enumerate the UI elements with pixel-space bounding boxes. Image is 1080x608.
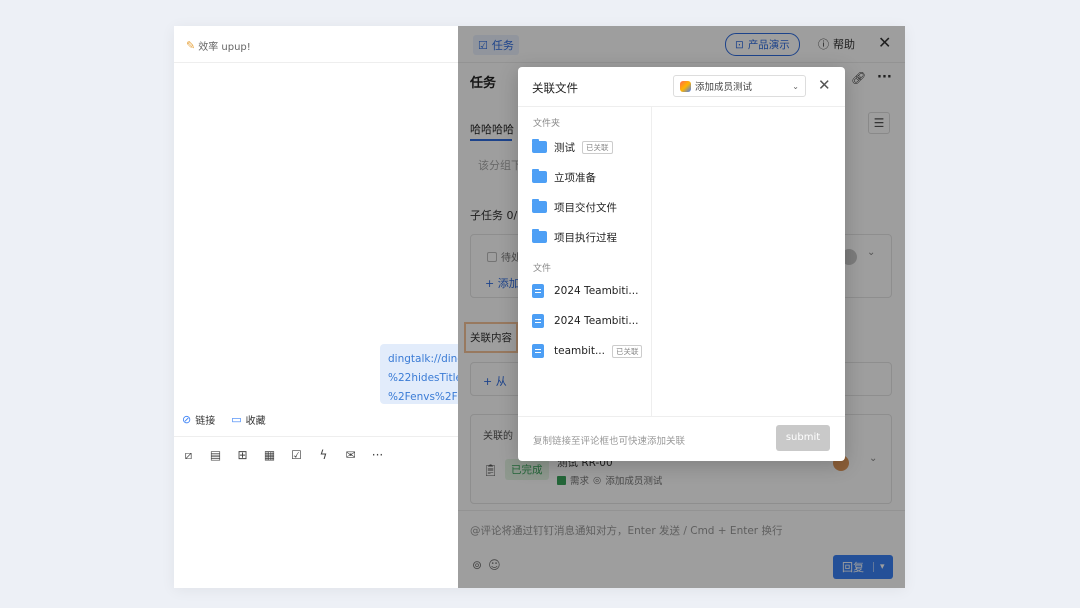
document-icon [532, 314, 544, 328]
files-section-label: 文件 [533, 264, 552, 274]
bookmark-chip-label: 收藏 [245, 416, 266, 427]
chat-title: ✎ 效率 upup! [186, 38, 251, 53]
link-chip-label: 链接 [195, 416, 216, 427]
todo-icon[interactable]: ☑ [290, 448, 303, 463]
divider [518, 106, 845, 107]
link-file-dialog: 关联文件 添加成员测试 ⌄ ✕ 文件夹 测试 已关联 立项准备 项目交付文件 项… [518, 67, 845, 461]
chat-pane: ✎ 效率 upup! dingtalk://ding %22hidesTitle… [174, 26, 480, 588]
folder-name: 测试 [554, 141, 575, 154]
bookmark-chip[interactable]: ▭ 收藏 [227, 410, 269, 429]
image-file-icon [532, 344, 544, 358]
folders-section-label: 文件夹 [533, 119, 561, 129]
calendar-icon[interactable]: ▦ [263, 448, 276, 463]
divider [518, 416, 845, 417]
footer-hint: 复制链接至评论框也可快速添加关联 [533, 436, 686, 447]
submit-button[interactable]: submit [776, 425, 830, 451]
divider [651, 106, 652, 416]
file-item[interactable]: 2024 Teambiti... [532, 281, 638, 301]
pencil-icon: ✎ [186, 39, 196, 52]
folder-icon [532, 199, 547, 213]
folder-icon [532, 139, 547, 153]
divider [174, 436, 458, 437]
quick-chips: ⊘ 链接 ▭ 收藏 [178, 410, 270, 429]
linked-badge: 已关联 [582, 140, 613, 154]
folder-item[interactable]: 项目执行过程 [532, 227, 617, 247]
close-icon[interactable]: ✕ [818, 76, 831, 94]
linked-badge: 已关联 [611, 344, 643, 358]
file-name: 2024 Teambiti... [554, 315, 639, 327]
note-icon[interactable]: ▤ [209, 448, 222, 463]
org-select[interactable]: 添加成员测试 ⌄ [673, 75, 806, 97]
folder-name: 项目执行过程 [554, 231, 617, 244]
folder-icon [532, 229, 547, 243]
composer-toolbar: ⧄ ▤ ⊞ ▦ ☑ ϟ ✉ ··· [182, 448, 384, 463]
bookmark-icon: ▭ [231, 413, 242, 426]
org-select-value: 添加成员测试 [695, 82, 753, 93]
more-icon[interactable]: ··· [371, 448, 384, 463]
folder-add-icon[interactable]: ⊞ [236, 448, 249, 463]
mail-icon[interactable]: ✉ [344, 448, 357, 463]
folder-item[interactable]: 项目交付文件 [532, 197, 617, 217]
file-name: teambit... [554, 345, 605, 357]
folder-item[interactable]: 测试 已关联 [532, 137, 613, 157]
org-logo-icon [680, 80, 691, 92]
folder-name: 项目交付文件 [554, 201, 617, 214]
folder-icon [532, 169, 547, 183]
document-icon [532, 284, 544, 298]
link-chip[interactable]: ⊘ 链接 [178, 410, 219, 429]
bolt-icon[interactable]: ϟ [317, 448, 330, 463]
file-name: 2024 Teambiti... [554, 285, 639, 297]
chat-title-text: 效率 upup! [198, 42, 251, 53]
divider [174, 62, 458, 63]
folder-name: 立项准备 [554, 171, 596, 184]
slash-icon[interactable]: ⧄ [182, 448, 195, 463]
link-icon: ⊘ [182, 413, 192, 426]
folder-item[interactable]: 立项准备 [532, 167, 596, 187]
chevron-down-icon: ⌄ [792, 81, 799, 91]
file-item[interactable]: teambit... 已关联 [532, 341, 643, 361]
dialog-title: 关联文件 [532, 81, 578, 95]
file-item[interactable]: 2024 Teambiti... [532, 311, 638, 331]
